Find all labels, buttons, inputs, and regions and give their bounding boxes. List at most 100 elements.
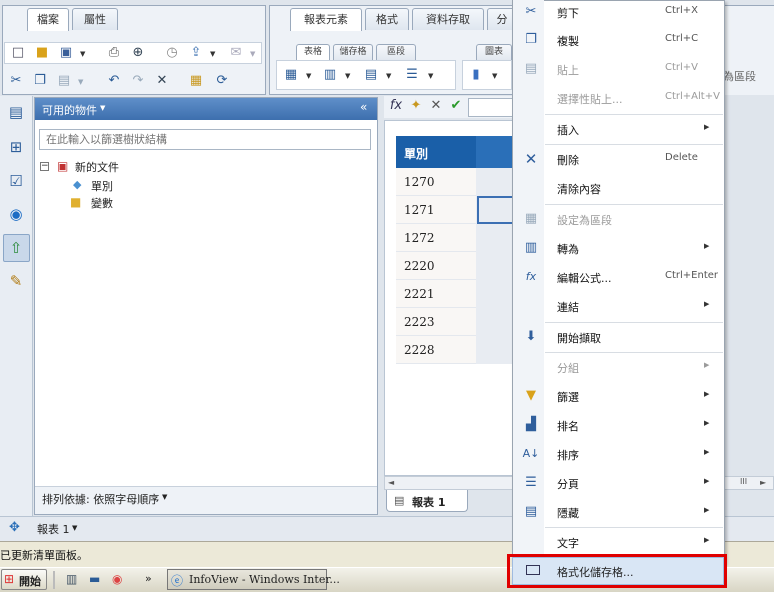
column-table-icon[interactable]: ▥ <box>322 67 338 83</box>
tab-format[interactable]: 格式 <box>365 8 409 30</box>
quicklaunch-tool-icon[interactable]: ▥ <box>66 572 77 586</box>
cut-toolbar-icon[interactable]: ✂ <box>8 73 24 89</box>
tab-report-elements[interactable]: 報表元素 <box>290 8 362 31</box>
menu-item-convert[interactable]: ▥ 轉為 ▶ <box>512 234 724 263</box>
export-icon[interactable]: ⇪ <box>188 45 204 61</box>
tree-root-label[interactable]: 新的文件 <box>75 159 119 175</box>
tree-collapse-toggle-icon[interactable]: − <box>40 162 49 171</box>
table-row[interactable]: 2220 <box>396 252 476 280</box>
formula-input[interactable] <box>468 98 514 117</box>
report-tab-label[interactable]: 報表 1 <box>412 494 445 510</box>
menu-item-sort[interactable]: A↓ 排序 ▶ <box>512 440 724 469</box>
report-navigation-label[interactable]: 報表 1 <box>37 521 70 537</box>
sort-label[interactable]: 排列依據: 依照字母順序 <box>42 491 159 507</box>
menu-item-label: 貼上 <box>557 64 579 77</box>
menu-item-label: 分組 <box>557 362 579 375</box>
objects-panel-title[interactable]: 可用的物件 <box>42 102 97 118</box>
menu-item-rank[interactable]: ▟ 排名 ▶ <box>512 411 724 440</box>
scroll-right-icon[interactable]: ► <box>760 478 766 487</box>
tab-data-access[interactable]: 資料存取 <box>412 8 484 30</box>
subtab-chart[interactable]: 圖表 <box>476 44 512 60</box>
document-icon[interactable]: ▤ <box>8 104 24 120</box>
table-header-cell-2[interactable] <box>476 136 514 168</box>
export-dropdown-icon[interactable]: ▼ <box>210 50 215 58</box>
cancel-formula-icon[interactable]: ✕ <box>428 98 444 114</box>
crosstab-icon[interactable]: ▤ <box>363 67 379 83</box>
menu-item-paging[interactable]: ☰ 分頁 ▶ <box>512 469 724 498</box>
chart-dropdown-icon[interactable]: ▼ <box>492 72 497 80</box>
menu-item-clear-contents[interactable]: 清除內容 <box>512 174 724 203</box>
table-row[interactable]: 2221 <box>396 280 476 308</box>
redo-icon[interactable]: ↷ <box>130 73 146 89</box>
menu-item-edit-formula[interactable]: fx 編輯公式... Ctrl+Enter <box>512 263 724 292</box>
delete-toolbar-icon[interactable]: ✕ <box>154 73 170 89</box>
table-row[interactable]: 2228 <box>396 336 476 364</box>
menu-item-group: 分組 ▶ <box>512 353 724 382</box>
open-folder-icon[interactable]: ■ <box>34 45 50 61</box>
submenu-arrow-icon: ▶ <box>704 300 710 308</box>
menu-item-copy[interactable]: ❐ 複製 Ctrl+C <box>512 26 724 55</box>
crosstab-dropdown-icon[interactable]: ▼ <box>386 72 391 80</box>
copy-toolbar-icon[interactable]: ❐ <box>32 73 48 89</box>
scroll-left-icon[interactable]: ◄ <box>388 478 394 487</box>
web-icon[interactable]: ◉ <box>8 206 24 222</box>
menu-item-cut[interactable]: ✂ 剪下 Ctrl+X <box>512 0 724 25</box>
form-dropdown-icon[interactable]: ▼ <box>428 72 433 80</box>
structure-icon[interactable]: ⊞ <box>8 139 24 155</box>
table-row[interactable]: 1272 <box>396 224 476 252</box>
tree-item-label[interactable]: 變數 <box>91 195 113 211</box>
subtab-section[interactable]: 區段 <box>376 44 416 60</box>
menu-item-label: 轉為 <box>557 243 579 256</box>
report-structure-icon[interactable]: ✥ <box>9 520 20 535</box>
tab-file[interactable]: 檔案 <box>27 8 69 31</box>
report-navigation-dropdown-icon[interactable]: ▼ <box>72 524 77 532</box>
validate-formula-icon[interactable]: ✔ <box>448 98 464 114</box>
submenu-arrow-icon: ▶ <box>704 506 710 514</box>
table-dropdown-icon[interactable]: ▼ <box>306 72 311 80</box>
menu-item-start-drill[interactable]: ⬇ 開始擷取 <box>512 323 724 352</box>
menu-item-insert[interactable]: 插入 ▶ <box>512 115 724 144</box>
table-row[interactable]: 1271 <box>396 196 476 224</box>
variable-icon[interactable]: ✦ <box>408 98 424 114</box>
objects-panel-title-dropdown-icon[interactable]: ▼ <box>100 104 105 112</box>
sort-dropdown-icon[interactable]: ▼ <box>162 493 167 501</box>
save-icon[interactable]: ▣ <box>58 45 74 61</box>
tab-properties[interactable]: 屬性 <box>72 8 118 30</box>
menu-item-text[interactable]: 文字 ▶ <box>512 528 724 557</box>
data-icon[interactable]: ☑ <box>8 173 24 189</box>
quicklaunch-more-icon[interactable]: » <box>145 572 152 585</box>
menu-item-filter[interactable]: ▼ 篩選 ▶ <box>512 382 724 411</box>
tree-filter-input[interactable] <box>39 129 371 150</box>
collapse-panel-icon[interactable]: « <box>360 100 367 114</box>
new-document-icon[interactable]: □ <box>10 45 26 61</box>
subtab-table[interactable]: 表格 <box>296 44 330 60</box>
table-row[interactable]: 1270 <box>396 168 476 196</box>
history-icon[interactable]: ◷ <box>164 45 180 61</box>
subtab-cell[interactable]: 儲存格 <box>333 44 373 60</box>
format-painter-icon[interactable]: ▦ <box>188 73 204 89</box>
quicklaunch-desktop-icon[interactable]: ▬ <box>89 572 100 586</box>
column-dropdown-icon[interactable]: ▼ <box>345 72 350 80</box>
scroll-grip[interactable]: III <box>740 477 747 486</box>
bar-chart-icon[interactable]: ▮ <box>468 67 484 83</box>
print-icon[interactable]: ⎙ <box>106 45 122 61</box>
side-toolbar <box>0 96 33 516</box>
selected-cell[interactable] <box>477 196 514 224</box>
drill-icon: ⬇ <box>525 329 537 344</box>
edit-icon[interactable]: ✎ <box>8 273 24 289</box>
tree-item-label[interactable]: 單別 <box>91 178 113 194</box>
menu-item-hide[interactable]: ▤ 隱藏 ▶ <box>512 498 724 527</box>
menu-item-link[interactable]: 連結 ▶ <box>512 292 724 321</box>
form-icon[interactable]: ☰ <box>404 67 420 83</box>
ie-icon: ⓔ <box>171 574 184 588</box>
menu-item-delete[interactable]: ✕ 刪除 Delete <box>512 145 724 174</box>
quicklaunch-browser-icon[interactable]: ◉ <box>112 572 122 586</box>
table-row[interactable]: 2223 <box>396 308 476 336</box>
refresh-icon[interactable]: ⟳ <box>214 73 230 89</box>
undo-icon[interactable]: ↶ <box>106 73 122 89</box>
save-dropdown-icon[interactable]: ▼ <box>80 50 85 58</box>
formula-icon[interactable]: fx <box>388 98 404 114</box>
upload-icon[interactable]: ⇧ <box>8 240 24 256</box>
table-grid-icon[interactable]: ▦ <box>283 67 299 83</box>
find-icon[interactable]: ⊕ <box>130 45 146 61</box>
